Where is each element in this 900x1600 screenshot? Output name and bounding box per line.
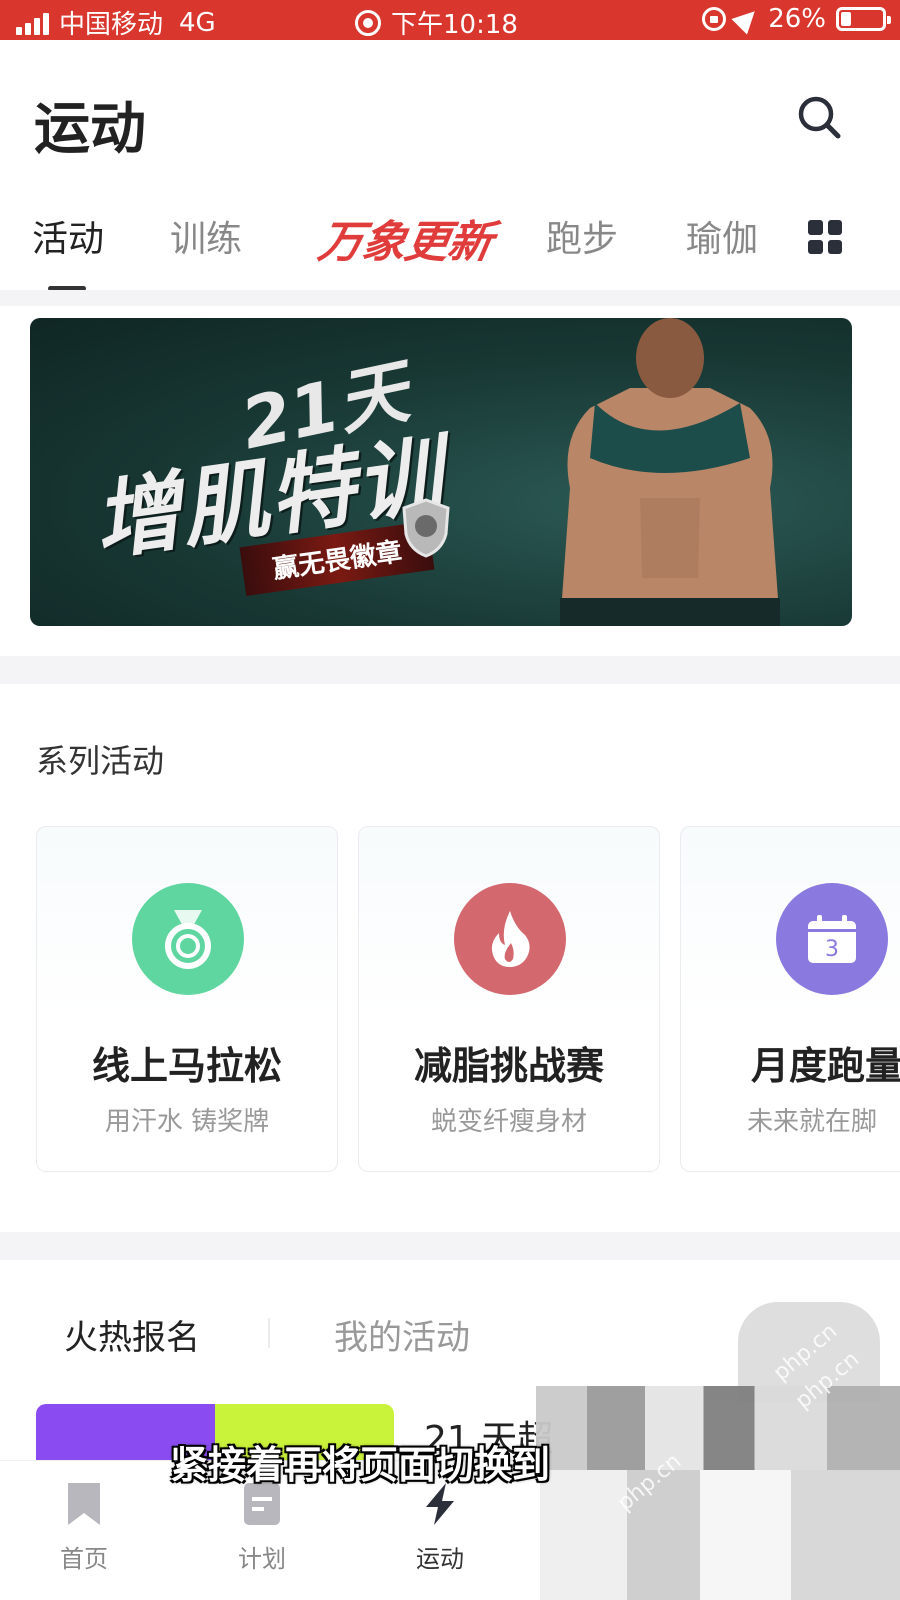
location-arrow-icon — [731, 3, 763, 35]
search-icon[interactable] — [796, 94, 842, 140]
tab-hot-signup[interactable]: 火热报名 — [64, 1310, 200, 1359]
divider — [0, 656, 900, 684]
series-card-monthly-run[interactable]: 3 月度跑量 未来就在脚 — [680, 826, 900, 1172]
card-title: 减脂挑战赛 — [413, 1044, 604, 1088]
card-subtitle: 蜕变纤瘦身材 — [430, 1107, 587, 1137]
status-time: 下午10:18 — [391, 10, 518, 40]
card-subtitle: 未来就在脚 — [747, 1107, 878, 1137]
tab-my-activities[interactable]: 我的活动 — [334, 1310, 470, 1359]
status-right: 26% — [702, 3, 891, 35]
status-bar: 中国移动 4G 下午10:18 26% — [0, 0, 900, 40]
nav-label: 计划 — [238, 1545, 286, 1573]
calendar-icon: 3 — [776, 883, 888, 995]
medal-icon — [132, 883, 244, 995]
divider — [0, 1232, 900, 1260]
mosaic-overlay — [536, 1470, 900, 1600]
nav-label: 运动 — [416, 1545, 464, 1573]
athlete-image — [560, 318, 780, 626]
page-title: 运动 — [34, 97, 146, 162]
series-card-marathon[interactable]: 线上马拉松 用汗水 铸奖牌 — [36, 826, 338, 1172]
network-label: 4G — [179, 7, 216, 38]
status-left: 中国移动 4G — [16, 4, 216, 41]
status-center: 下午10:18 — [355, 4, 518, 41]
tab-activity[interactable]: 活动 — [32, 210, 104, 262]
tab-special-update[interactable]: 万象更新 — [314, 206, 497, 270]
tab-yoga[interactable]: 瑜伽 — [686, 210, 758, 262]
card-title: 线上马拉松 — [91, 1044, 282, 1088]
promo-banner[interactable]: 21天 增肌特训 赢无畏徽章 — [30, 318, 852, 626]
battery-percent: 26% — [768, 4, 826, 34]
card-title: 月度跑量 — [751, 1044, 900, 1088]
rotation-lock-icon — [702, 7, 727, 31]
divider — [0, 290, 900, 306]
record-icon — [355, 9, 381, 36]
fire-icon — [454, 883, 566, 995]
grid-menu-icon[interactable] — [808, 220, 842, 254]
calendar-number: 3 — [825, 937, 839, 962]
tab-training[interactable]: 训练 — [170, 210, 242, 262]
carrier-label: 中国移动 — [59, 10, 164, 40]
video-subtitle: 紧接着再将页面切换到 — [170, 1443, 551, 1487]
battery-icon — [836, 7, 891, 31]
card-subtitle: 用汗水 铸奖牌 — [104, 1107, 270, 1137]
category-tabs: 活动 训练 万象更新 跑步 瑜伽 — [0, 210, 900, 291]
series-section-title: 系列活动 — [36, 742, 165, 780]
tab-divider — [268, 1318, 270, 1348]
signal-icon — [16, 11, 49, 35]
shield-badge-icon — [402, 498, 450, 558]
nav-label: 首页 — [60, 1545, 108, 1573]
tab-running[interactable]: 跑步 — [546, 210, 618, 262]
series-card-fat-loss[interactable]: 减脂挑战赛 蜕变纤瘦身材 — [358, 826, 660, 1172]
